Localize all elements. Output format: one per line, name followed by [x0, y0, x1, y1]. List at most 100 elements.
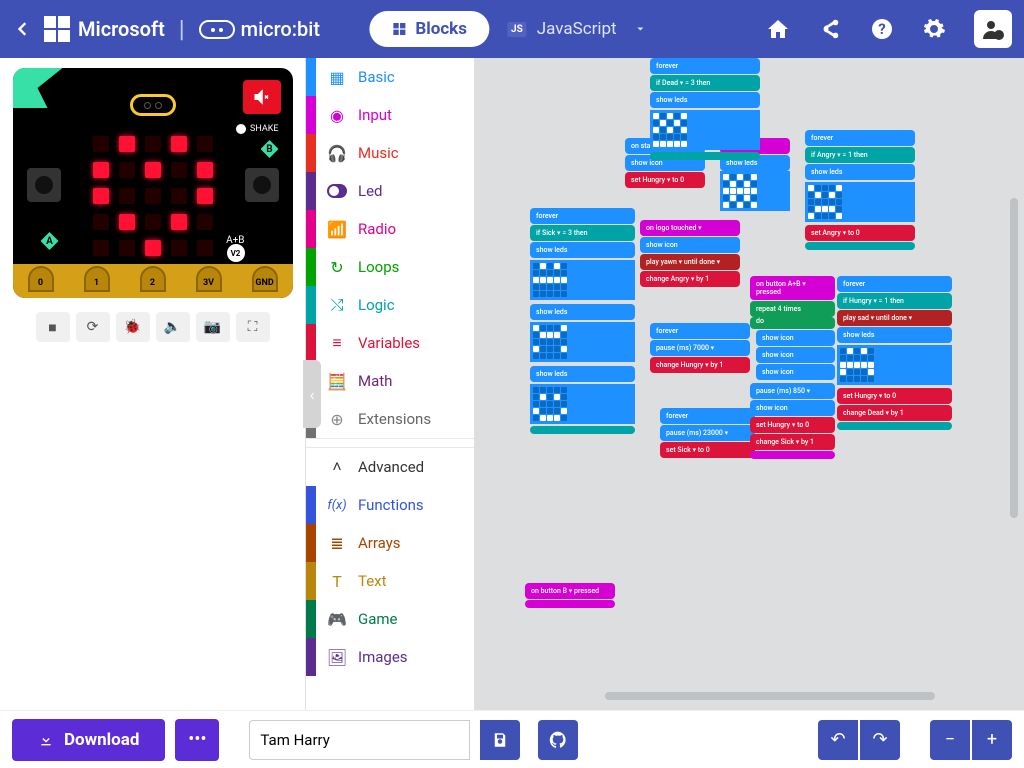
save-button[interactable] [480, 720, 520, 760]
shake-indicator[interactable]: SHAKE [236, 124, 278, 134]
sim-logo[interactable] [130, 94, 176, 116]
project-name-input[interactable] [249, 720, 470, 760]
microsoft-label: Microsoft [78, 17, 165, 41]
sidebar-collapse-handle[interactable]: ‹ [303, 360, 321, 428]
category-advanced[interactable]: ˄Advanced [306, 448, 474, 486]
plus-circle-icon: ⊕ [324, 410, 350, 429]
category-extensions[interactable]: ⊕Extensions [306, 400, 474, 438]
zoom-out-button[interactable]: − [930, 720, 970, 760]
sim-button-a[interactable] [27, 168, 61, 202]
share-button[interactable] [818, 17, 842, 41]
block-forever-sick-pause[interactable]: forever pause (ms) 23000 ▾ set Sick ▾ to… [660, 408, 755, 458]
brand-divider: | [179, 15, 185, 43]
led-cell [197, 214, 213, 230]
toggle-icon [324, 184, 350, 198]
app-footer: Download ••• ↶ ↷ − + [0, 710, 1024, 768]
zoom-in-button[interactable]: + [972, 720, 1012, 760]
category-music[interactable]: 🎧Music [306, 134, 474, 172]
led-cell [119, 240, 135, 256]
block-forever-sick[interactable]: forever if Sick ▾ = 3 then show leds sho… [530, 208, 635, 434]
js-icon: JS [507, 22, 527, 37]
category-math[interactable]: 🧮Math [306, 362, 474, 400]
microbit-logo[interactable]: micro:bit [199, 17, 320, 41]
led-cell [171, 136, 187, 152]
category-input[interactable]: ◉Input [306, 96, 474, 134]
sim-fullscreen-button[interactable]: ⛶ [236, 312, 270, 342]
led-cell [145, 214, 161, 230]
block-forever-dead[interactable]: forever if Dead ▾ = 3 then show leds [650, 58, 760, 160]
pin-1[interactable]: 1 [84, 266, 110, 292]
array-icon: ≣ [324, 534, 350, 553]
app-header: Microsoft | micro:bit Blocks JS JavaScri… [0, 0, 1024, 58]
help-button[interactable]: ? [870, 17, 894, 41]
sim-snapshot-button[interactable]: 📷 [196, 312, 230, 342]
led-cell [119, 188, 135, 204]
led-cell [197, 136, 213, 152]
blocks-workspace[interactable]: on start show icon set Hungry ▾ to 0 on … [475, 58, 1024, 710]
category-game[interactable]: 🎮Game [306, 600, 474, 638]
led-cell [119, 162, 135, 178]
undo-button[interactable]: ↶ [818, 720, 858, 760]
sim-stop-button[interactable]: ■ [36, 312, 70, 342]
grid-icon: ▦ [324, 68, 350, 87]
sim-debug-button[interactable]: 🐞 [116, 312, 150, 342]
led-cell [171, 214, 187, 230]
led-cell [171, 188, 187, 204]
category-arrays[interactable]: ≣Arrays [306, 524, 474, 562]
category-led[interactable]: Led [306, 172, 474, 210]
account-button[interactable] [974, 10, 1012, 48]
mute-button[interactable] [243, 80, 281, 114]
category-functions[interactable]: f(x)Functions [306, 486, 474, 524]
category-basic[interactable]: ▦Basic [306, 58, 474, 96]
pin-0[interactable]: 0 [28, 266, 54, 292]
main-content: SHAKE B A A+B V2 0 1 2 3V GND ■ ⟳ 🐞 🔈 [0, 58, 1024, 710]
github-button[interactable] [538, 720, 578, 760]
back-button[interactable] [12, 19, 32, 39]
simulator-controls: ■ ⟳ 🐞 🔈 📷 ⛶ [36, 312, 270, 342]
block-forever-hungry2[interactable]: forever if Hungry ▾ = 1 then play sad ▾ … [837, 276, 952, 430]
home-button[interactable] [766, 17, 790, 41]
block-forever-angry[interactable]: forever if Angry ▾ = 1 then show leds se… [805, 130, 915, 250]
led-display [93, 136, 213, 256]
category-images[interactable]: 🖼Images [306, 638, 474, 676]
microbit-icon [199, 20, 235, 39]
block-forever-hungry[interactable]: forever pause (ms) 7000 ▾ change Hungry … [650, 323, 750, 373]
workspace-scrollbar-horizontal[interactable] [605, 692, 935, 700]
text-icon: T [324, 572, 350, 591]
pin-gnd[interactable]: GND [252, 266, 278, 292]
category-radio[interactable]: 📶Radio [306, 210, 474, 248]
redo-button[interactable]: ↷ [860, 720, 900, 760]
pin-3v[interactable]: 3V [196, 266, 222, 292]
function-icon: f(x) [324, 498, 350, 513]
category-logic[interactable]: ⤭Logic [306, 286, 474, 324]
category-text[interactable]: TText [306, 562, 474, 600]
led-cell [93, 162, 109, 178]
led-cell [145, 136, 161, 152]
list-icon: ≡ [324, 333, 350, 353]
block-on-button-ab[interactable]: on button A+B ▾ pressed repeat 4 times d… [750, 276, 835, 459]
tab-blocks-label: Blocks [415, 19, 467, 39]
block-on-logo-touched[interactable]: on logo touched ▾ show icon play yawn ▾ … [640, 220, 740, 287]
chevron-down-icon[interactable] [635, 23, 647, 35]
download-button[interactable]: Download [12, 719, 165, 761]
microsoft-icon [44, 16, 70, 42]
settings-button[interactable] [922, 17, 946, 41]
tab-javascript[interactable]: JS JavaScript [489, 11, 655, 47]
toolbox-categories: ▦Basic ◉Input 🎧Music Led 📶Radio ↻Loops ⤭… [305, 58, 475, 710]
sim-audio-button[interactable]: 🔈 [156, 312, 190, 342]
microsoft-logo[interactable]: Microsoft [44, 16, 165, 42]
download-more-button[interactable]: ••• [175, 719, 219, 761]
tab-blocks[interactable]: Blocks [369, 11, 489, 47]
microbit-simulator[interactable]: SHAKE B A A+B V2 0 1 2 3V GND [13, 68, 293, 298]
category-loops[interactable]: ↻Loops [306, 248, 474, 286]
workspace-scrollbar-vertical[interactable] [1010, 198, 1018, 518]
category-divider [306, 438, 474, 448]
sim-button-b-label: B [261, 140, 279, 158]
led-cell [145, 162, 161, 178]
sim-button-b[interactable] [245, 168, 279, 202]
sim-restart-button[interactable]: ⟳ [76, 312, 110, 342]
category-variables[interactable]: ≡Variables [306, 324, 474, 362]
simulator-panel: SHAKE B A A+B V2 0 1 2 3V GND ■ ⟳ 🐞 🔈 [0, 58, 305, 710]
pin-2[interactable]: 2 [140, 266, 166, 292]
block-on-button-b[interactable]: on button B ▾ pressed [525, 583, 615, 608]
